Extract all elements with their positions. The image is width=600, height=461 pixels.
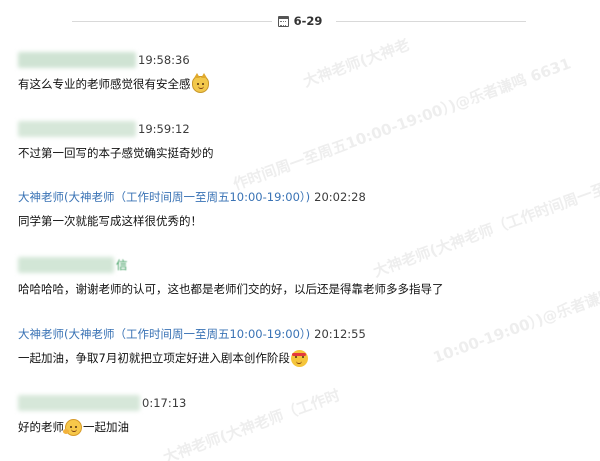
message-time: 20:12:55 <box>314 327 366 341</box>
date-pill: 6-29 <box>271 14 329 28</box>
message-header: 0:17:13 <box>18 395 590 411</box>
sender-name-suffix: 信 <box>116 258 128 272</box>
message-text: 不过第一回写的本子感觉确实挺奇妙的 <box>18 146 214 160</box>
chat-message: 19:59:12 不过第一回写的本子感觉确实挺奇妙的 <box>18 121 590 162</box>
message-text-continued: 一起加油 <box>83 420 129 434</box>
message-time: 20:02:28 <box>314 190 366 204</box>
message-text: 好的老师 <box>18 420 64 434</box>
separator-line-right <box>336 21 526 22</box>
message-body[interactable]: 一起加油，争取7月初就把立项定好进入剧本创作阶段 <box>18 349 590 367</box>
message-header: 19:59:12 <box>18 121 590 137</box>
message-text: 哈哈哈哈，谢谢老师的认可，这也都是老师们交的好，以后还是得靠老师多多指导了 <box>18 282 444 296</box>
message-body[interactable]: 同学第一次就能写成这样很优秀的！ <box>18 212 590 230</box>
message-time: 0:17:13 <box>142 396 187 410</box>
sender-name[interactable]: 大神老师(大神老师（工作时间周一至周五10:00-19:00）) <box>18 326 310 342</box>
message-body[interactable]: 哈哈哈哈，谢谢老师的认可，这也都是老师们交的好，以后还是得靠老师多多指导了 <box>18 280 590 298</box>
message-header: 信 <box>18 257 590 273</box>
message-header: 19:58:36 <box>18 52 590 68</box>
chat-message: 大神老师(大神老师（工作时间周一至周五10:00-19:00）) 20:02:2… <box>18 189 590 230</box>
cat-smile-icon <box>191 72 209 93</box>
message-body[interactable]: 好的老师 一起加油 <box>18 418 590 436</box>
message-text: 一起加油，争取7月初就把立项定好进入剧本创作阶段 <box>18 351 290 365</box>
fighting-icon <box>290 349 308 367</box>
message-text: 有这么专业的老师感觉很有安全感 <box>18 77 191 91</box>
message-header: 大神老师(大神老师（工作时间周一至周五10:00-19:00）) 20:02:2… <box>18 189 590 205</box>
separator-line-left <box>72 21 272 22</box>
chat-message: 0:17:13 好的老师 一起加油 <box>18 395 590 436</box>
sender-name[interactable]: 大神老师(大神老师（工作时间周一至周五10:00-19:00）) <box>18 189 310 205</box>
message-time: 19:58:36 <box>138 53 190 67</box>
date-separator: 6-29 <box>0 11 600 31</box>
message-time: 19:59:12 <box>138 122 190 136</box>
message-header: 大神老师(大神老师（工作时间周一至周五10:00-19:00）) 20:12:5… <box>18 326 590 342</box>
hug-icon <box>63 418 82 436</box>
date-text: 6-29 <box>293 14 323 28</box>
chat-message: 信 哈哈哈哈，谢谢老师的认可，这也都是老师们交的好，以后还是得靠老师多多指导了 <box>18 257 590 298</box>
message-body[interactable]: 不过第一回写的本子感觉确实挺奇妙的 <box>18 144 590 162</box>
blurred-sender-name[interactable] <box>18 257 114 273</box>
message-text: 同学第一次就能写成这样很优秀的！ <box>18 214 202 228</box>
message-body[interactable]: 有这么专业的老师感觉很有安全感 <box>18 72 590 93</box>
chat-message: 19:58:36 有这么专业的老师感觉很有安全感 <box>18 52 590 93</box>
calendar-icon <box>277 15 289 27</box>
chat-message: 大神老师(大神老师（工作时间周一至周五10:00-19:00）) 20:12:5… <box>18 326 590 367</box>
blurred-sender-name[interactable] <box>18 395 140 411</box>
blurred-sender-name[interactable] <box>18 121 136 137</box>
blurred-sender-name[interactable] <box>18 52 136 68</box>
